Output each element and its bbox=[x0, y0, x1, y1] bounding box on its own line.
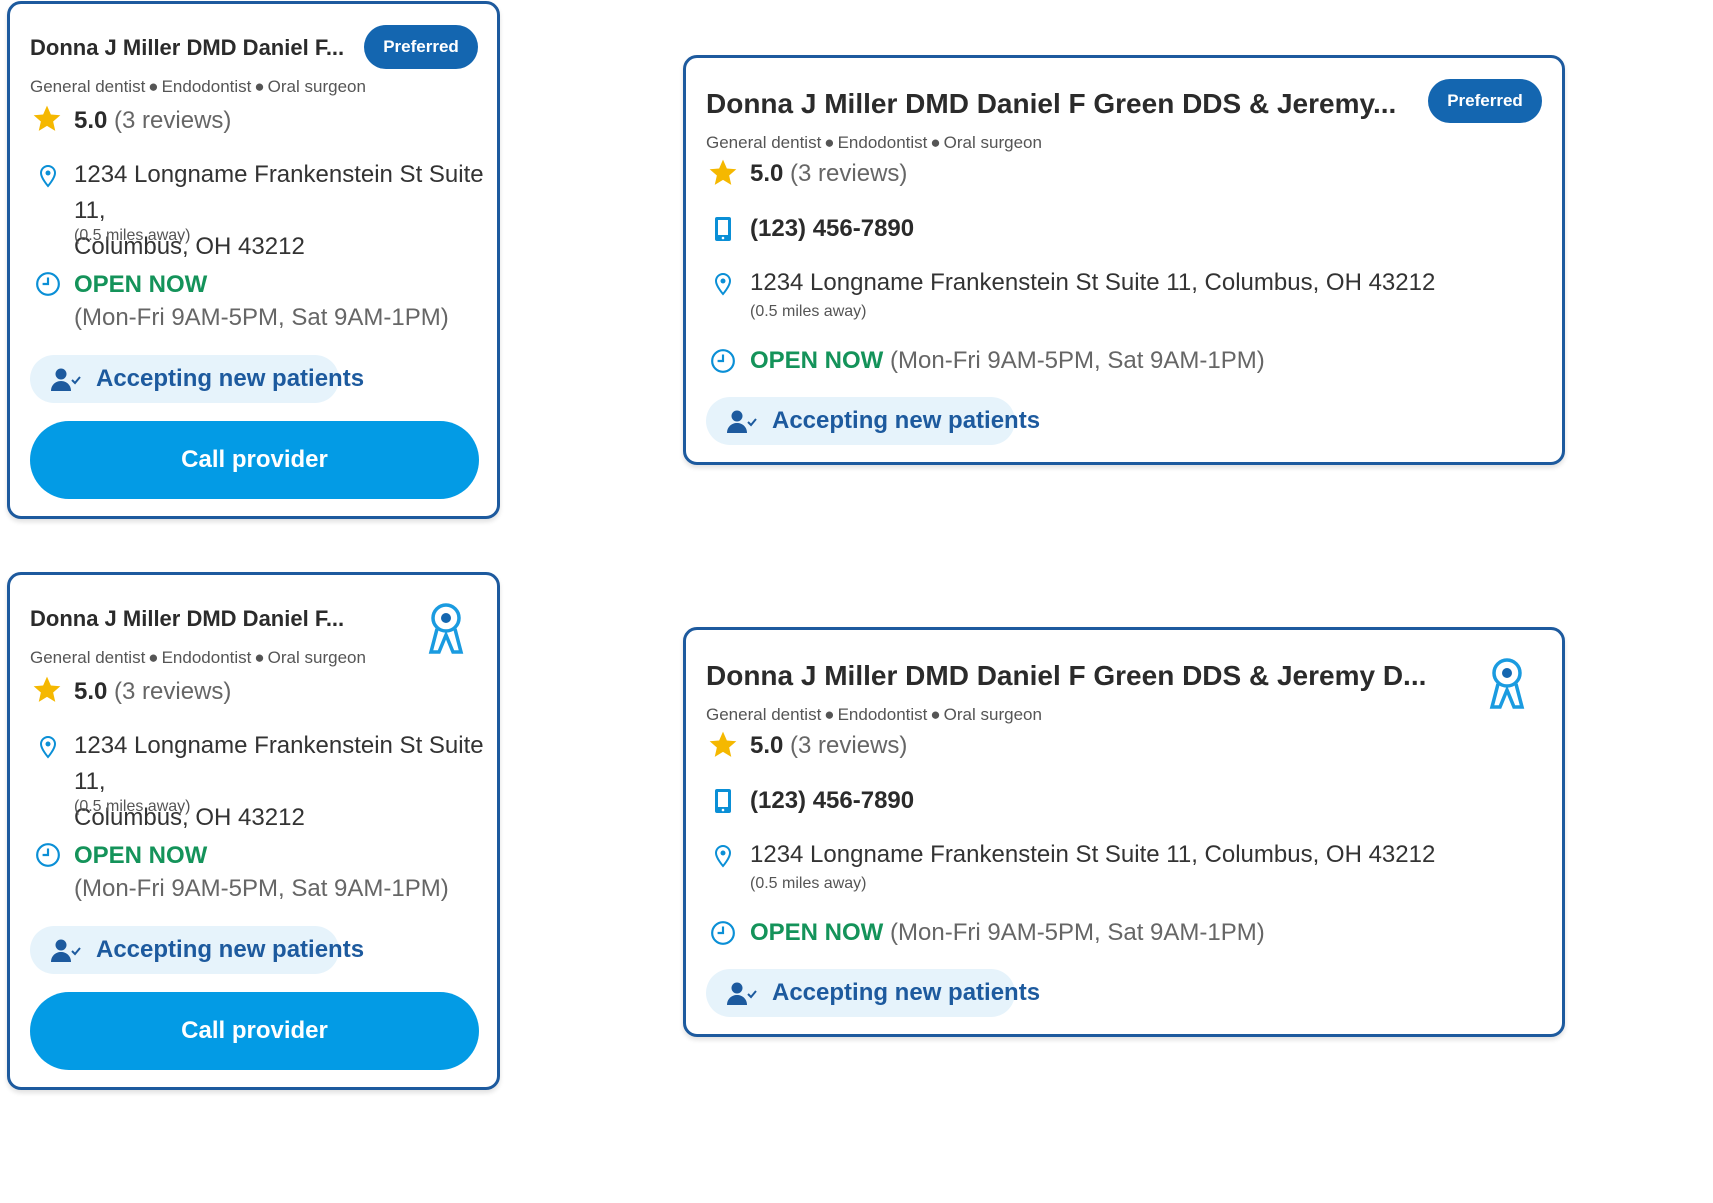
hours: (Mon-Fri 9AM-5PM, Sat 9AM-1PM) bbox=[890, 919, 1265, 946]
review-count: (3 reviews) bbox=[114, 678, 232, 705]
star-icon bbox=[709, 731, 737, 757]
provider-name[interactable]: Donna J Miller DMD Daniel F Green DDS & … bbox=[706, 88, 1396, 120]
provider-card-wide-preferred[interactable]: Donna J Miller DMD Daniel F Green DDS & … bbox=[683, 55, 1565, 465]
location-pin-icon bbox=[714, 844, 732, 868]
person-check-icon bbox=[727, 410, 757, 433]
accepting-patients-pill: Accepting new patients bbox=[706, 969, 1040, 1017]
distance: (0.5 miles away) bbox=[74, 227, 191, 244]
clock-icon bbox=[711, 921, 735, 945]
address[interactable]: 1234 Longname Frankenstein St Suite 11, C… bbox=[74, 157, 497, 265]
accepting-label: Accepting new patients bbox=[96, 936, 365, 963]
clock-icon bbox=[36, 843, 60, 867]
open-status: OPEN NOW bbox=[74, 842, 208, 869]
phone-number[interactable]: (123) 456-7890 bbox=[750, 215, 914, 243]
preferred-badge: Preferred bbox=[1428, 79, 1542, 123]
location-pin-icon bbox=[39, 735, 57, 759]
person-check-icon bbox=[727, 982, 757, 1005]
accepting-patients-pill: Accepting new patients bbox=[706, 397, 1040, 445]
accepting-label: Accepting new patients bbox=[96, 365, 365, 392]
accepting-patients-pill: Accepting new patients bbox=[30, 926, 364, 974]
address[interactable]: 1234 Longname Frankenstein St Suite 11, … bbox=[750, 837, 1435, 873]
provider-name[interactable]: Donna J Miller DMD Daniel F Green DDS & … bbox=[706, 660, 1426, 692]
specialties: General dentist ● Endodontist ● Oral surgeon bbox=[30, 648, 366, 667]
mobile-phone-icon bbox=[715, 789, 731, 813]
hours: (Mon-Fri 9AM-5PM, Sat 9AM-1PM) bbox=[74, 304, 449, 331]
open-status: OPEN NOW bbox=[750, 919, 884, 946]
rating[interactable]: 5.0 (3 reviews) bbox=[750, 732, 907, 760]
location-pin-icon bbox=[714, 272, 732, 296]
hours: (Mon-Fri 9AM-5PM, Sat 9AM-1PM) bbox=[890, 347, 1265, 374]
person-check-icon bbox=[51, 939, 81, 962]
rating-value: 5.0 bbox=[750, 732, 784, 759]
provider-card-wide-award[interactable]: Donna J Miller DMD Daniel F Green DDS & … bbox=[683, 627, 1565, 1037]
hours-row: OPEN NOW (Mon-Fri 9AM-5PM, Sat 9AM-1PM) bbox=[750, 347, 1265, 375]
specialties: General dentist ● Endodontist ● Oral surgeon bbox=[30, 77, 366, 96]
phone-number[interactable]: (123) 456-7890 bbox=[750, 787, 914, 815]
provider-card-compact-preferred[interactable]: Donna J Miller DMD Daniel F... Preferred… bbox=[7, 1, 500, 519]
award-ribbon-icon bbox=[428, 603, 464, 654]
specialties: General dentist ● Endodontist ● Oral surgeon bbox=[706, 133, 1042, 152]
address[interactable]: 1234 Longname Frankenstein St Suite 11, C… bbox=[74, 728, 497, 836]
award-ribbon-icon bbox=[1489, 658, 1525, 709]
address[interactable]: 1234 Longname Frankenstein St Suite 11, … bbox=[750, 265, 1435, 301]
open-status: OPEN NOW bbox=[74, 271, 208, 298]
open-status: OPEN NOW bbox=[750, 347, 884, 374]
review-count: (3 reviews) bbox=[790, 160, 908, 187]
distance: (0.5 miles away) bbox=[750, 875, 867, 892]
specialties: General dentist ● Endodontist ● Oral surgeon bbox=[706, 705, 1042, 724]
person-check-icon bbox=[51, 368, 81, 391]
rating-value: 5.0 bbox=[750, 160, 784, 187]
star-icon bbox=[33, 105, 61, 131]
distance: (0.5 miles away) bbox=[74, 798, 191, 815]
accepting-patients-pill: Accepting new patients bbox=[30, 355, 364, 403]
accepting-label: Accepting new patients bbox=[772, 407, 1041, 434]
accepting-label: Accepting new patients bbox=[772, 979, 1041, 1006]
mobile-phone-icon bbox=[715, 217, 731, 241]
review-count: (3 reviews) bbox=[114, 107, 232, 134]
distance: (0.5 miles away) bbox=[750, 303, 867, 320]
rating[interactable]: 5.0 (3 reviews) bbox=[74, 107, 231, 135]
provider-name[interactable]: Donna J Miller DMD Daniel F... bbox=[30, 606, 344, 632]
rating[interactable]: 5.0 (3 reviews) bbox=[750, 160, 907, 188]
star-icon bbox=[709, 159, 737, 185]
star-icon bbox=[33, 676, 61, 702]
clock-icon bbox=[711, 349, 735, 373]
preferred-badge: Preferred bbox=[364, 25, 478, 69]
hours-row: OPEN NOW (Mon-Fri 9AM-5PM, Sat 9AM-1PM) bbox=[750, 919, 1265, 947]
review-count: (3 reviews) bbox=[790, 732, 908, 759]
hours: (Mon-Fri 9AM-5PM, Sat 9AM-1PM) bbox=[74, 875, 449, 902]
call-provider-button[interactable]: Call provider bbox=[30, 421, 479, 499]
provider-name[interactable]: Donna J Miller DMD Daniel F... bbox=[30, 35, 344, 61]
address-line1: 1234 Longname Frankenstein St Suite 11, bbox=[74, 161, 484, 224]
rating[interactable]: 5.0 (3 reviews) bbox=[74, 678, 231, 706]
rating-value: 5.0 bbox=[74, 678, 108, 705]
address-line1: 1234 Longname Frankenstein St Suite 11, bbox=[74, 732, 484, 795]
clock-icon bbox=[36, 272, 60, 296]
rating-value: 5.0 bbox=[74, 107, 108, 134]
location-pin-icon bbox=[39, 164, 57, 188]
call-provider-button[interactable]: Call provider bbox=[30, 992, 479, 1070]
provider-card-compact-award[interactable]: Donna J Miller DMD Daniel F... General d… bbox=[7, 572, 500, 1090]
